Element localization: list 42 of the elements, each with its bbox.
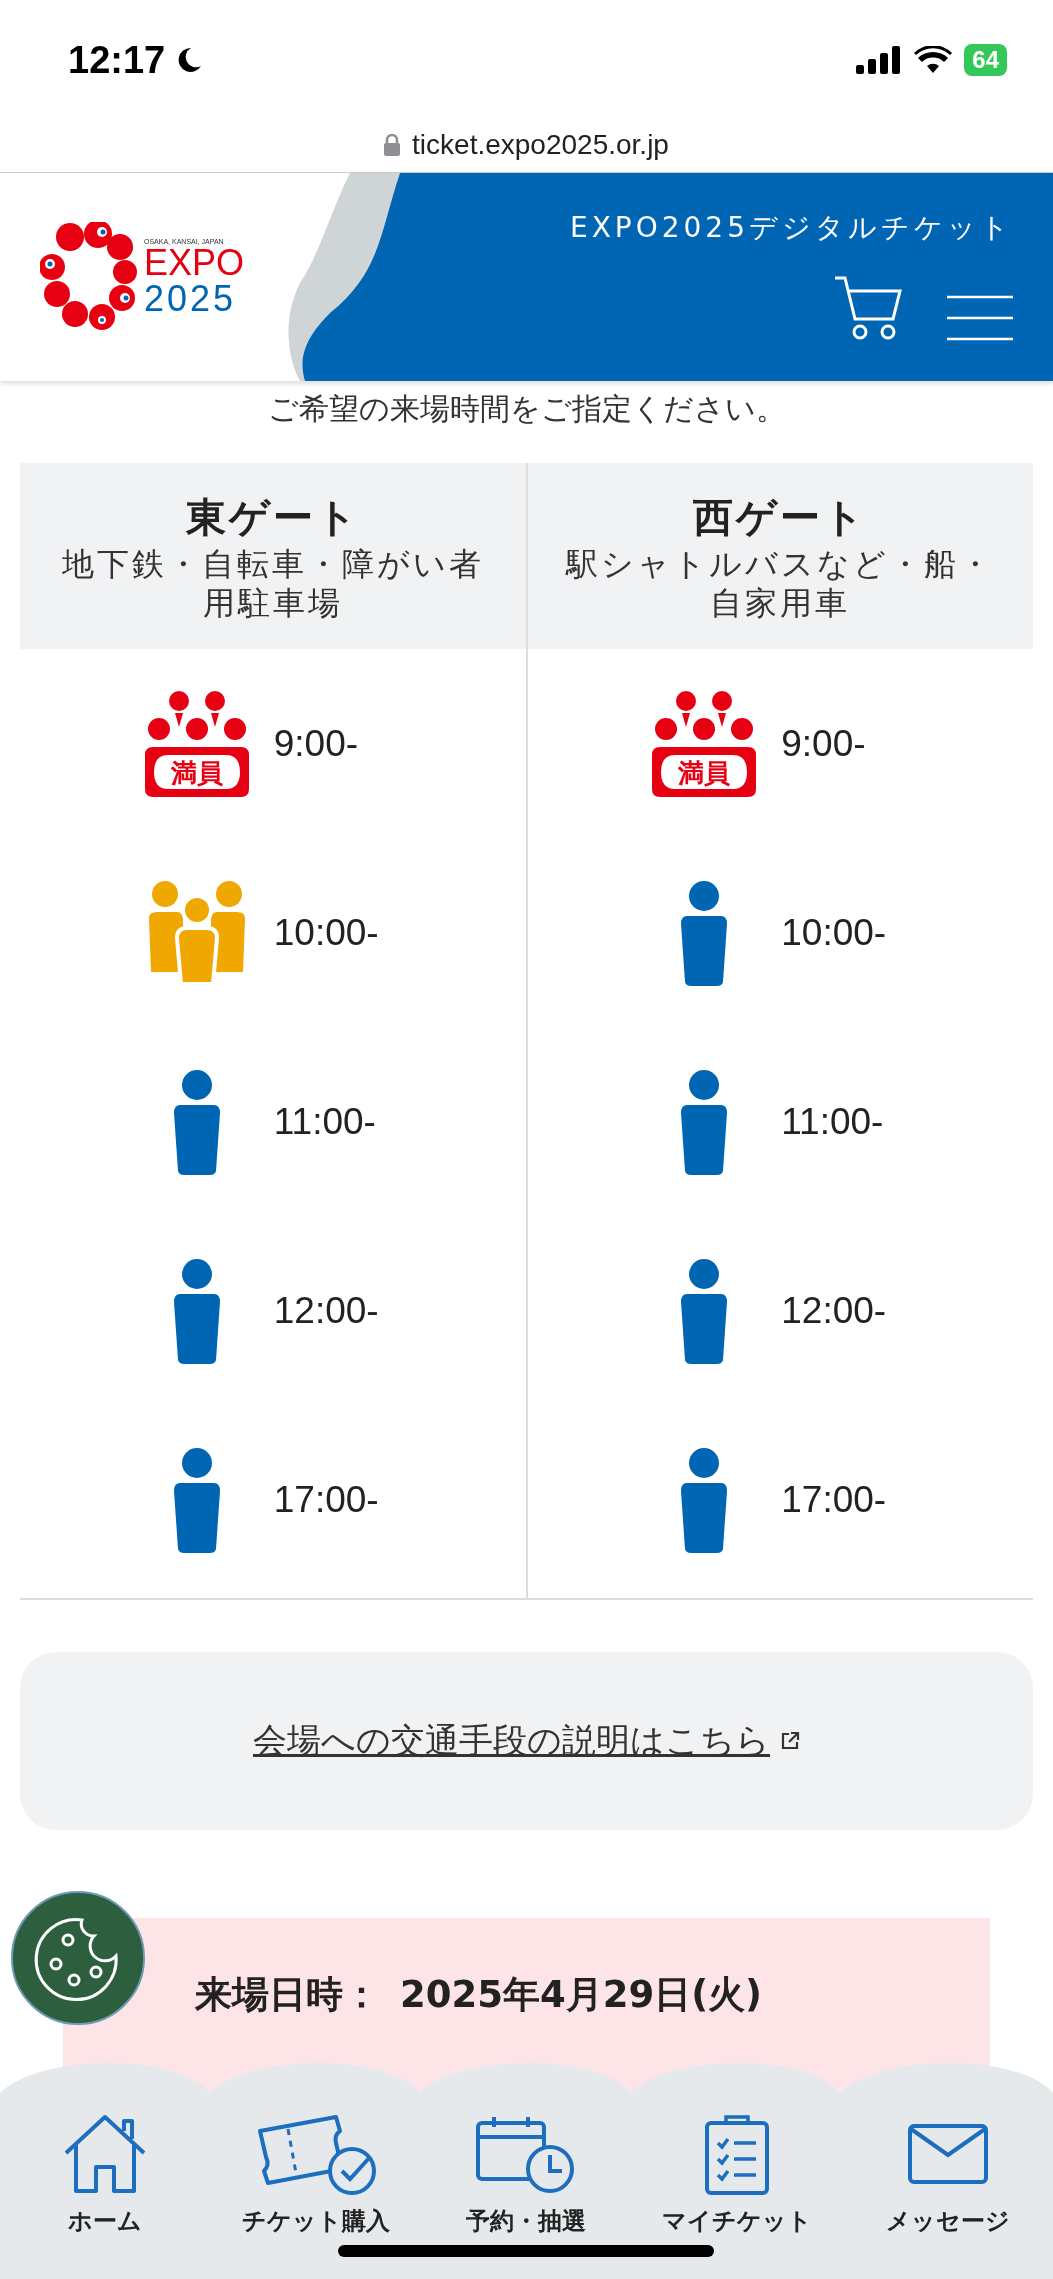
lock-icon bbox=[384, 134, 401, 156]
time-slot[interactable]: 10:00- bbox=[781, 911, 912, 954]
logo-year: 2025 bbox=[144, 280, 238, 317]
full-label: 満員 bbox=[170, 757, 223, 788]
checklist-icon bbox=[704, 2113, 771, 2195]
nav-tab[interactable]: チケット購入 bbox=[210, 2113, 422, 2279]
url-text[interactable]: ticket.expo2025.or.jp bbox=[412, 129, 669, 161]
time-slot[interactable]: 9:00- bbox=[781, 722, 912, 765]
visit-label: 来場日時： bbox=[195, 1972, 380, 2018]
logo-word: EXPO bbox=[144, 244, 245, 281]
nav-tab[interactable]: メッセージ bbox=[842, 2113, 1053, 2279]
time-slot[interactable]: 11:00- bbox=[273, 1100, 404, 1143]
menu-icon[interactable] bbox=[947, 295, 1013, 341]
cart-icon[interactable] bbox=[833, 275, 903, 341]
transport-link[interactable]: 会場への交通手段の説明はこちら bbox=[253, 1718, 770, 1764]
time-slot[interactable]: 12:00- bbox=[273, 1289, 404, 1332]
gate-access: 地下鉄・自転車・障がい者用駐車場 bbox=[60, 545, 485, 622]
time-slot[interactable]: 9:00- bbox=[273, 722, 404, 765]
time-slot[interactable]: 11:00- bbox=[781, 1100, 912, 1143]
signal-icon bbox=[856, 46, 903, 74]
clock-time: 12:17 bbox=[68, 38, 166, 82]
external-link-icon bbox=[780, 1731, 800, 1751]
crowd-icon bbox=[655, 690, 754, 740]
time-slot[interactable]: 10:00- bbox=[273, 911, 404, 954]
gate-name: 西ゲート bbox=[693, 493, 868, 543]
cookie-settings-button[interactable] bbox=[10, 1890, 146, 2026]
site-title: EXPO2025デジタルチケット bbox=[569, 210, 1013, 246]
gate-access: 駅シャトルバスなど・船・自家用車 bbox=[564, 545, 996, 622]
nav-tab[interactable]: マイチケット bbox=[631, 2113, 843, 2279]
gate-name: 東ゲート bbox=[185, 493, 360, 543]
instruction-text: ご希望の来場時間をご指定ください。 bbox=[266, 390, 787, 428]
battery-level: 64 bbox=[964, 44, 1007, 76]
wifi-icon bbox=[914, 46, 953, 74]
nav-tab[interactable]: ホーム bbox=[0, 2113, 211, 2279]
time-slot[interactable]: 12:00- bbox=[781, 1289, 912, 1332]
nav-tab[interactable]: 予約・抽選 bbox=[421, 2113, 632, 2279]
time-slot[interactable]: 17:00- bbox=[273, 1478, 404, 1521]
crowd-icon bbox=[147, 690, 246, 740]
full-label: 満員 bbox=[678, 757, 731, 788]
visit-date: 2025年4月29日(火) bbox=[400, 1972, 763, 2018]
time-slot[interactable]: 17:00- bbox=[781, 1478, 912, 1521]
moon-icon bbox=[177, 46, 204, 74]
